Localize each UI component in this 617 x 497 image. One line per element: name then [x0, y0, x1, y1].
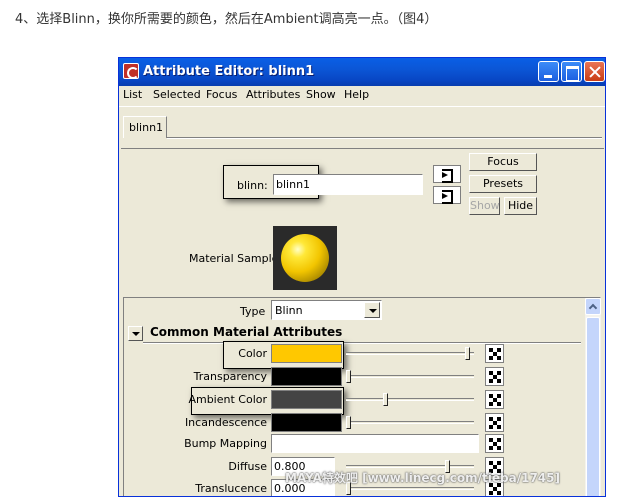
- show-button[interactable]: Show: [469, 197, 500, 215]
- menu-focus[interactable]: Focus: [206, 88, 237, 101]
- section-title: Common Material Attributes: [150, 325, 343, 339]
- focus-button[interactable]: Focus: [469, 153, 537, 171]
- type-label: Type: [240, 305, 266, 318]
- incandescence-slider-track[interactable]: [346, 421, 474, 424]
- color-slider-thumb[interactable]: [465, 347, 471, 360]
- tab-label: blinn1: [129, 121, 164, 134]
- ambient-color-label: Ambient Color: [188, 393, 267, 406]
- incandescence-color-swatch[interactable]: [271, 413, 342, 432]
- presets-button[interactable]: Presets: [469, 175, 537, 193]
- node-type-label: blinn:: [237, 179, 268, 192]
- menu-bar: List Selected Focus Attributes Show Help: [119, 86, 605, 104]
- color-color-swatch[interactable]: [271, 344, 342, 363]
- scroll-up-button[interactable]: [585, 298, 601, 315]
- bump-mapping-field[interactable]: [271, 434, 479, 453]
- node-name-field[interactable]: blinn1: [273, 174, 423, 195]
- diffuse-slider-track[interactable]: [346, 465, 474, 468]
- transparency-map-button[interactable]: [485, 367, 504, 386]
- ambient-color-slider-thumb[interactable]: [383, 393, 389, 406]
- menu-show[interactable]: Show: [306, 88, 336, 101]
- transparency-color-swatch[interactable]: [271, 367, 342, 386]
- maximize-button[interactable]: [561, 61, 582, 82]
- menu-help[interactable]: Help: [344, 88, 369, 101]
- chevron-down-icon[interactable]: [364, 302, 380, 318]
- ambient-color-color-swatch[interactable]: [271, 390, 342, 409]
- tab-strip: blinn1: [119, 106, 605, 146]
- minimize-button[interactable]: [538, 61, 559, 82]
- section-collapse-toggle[interactable]: [128, 326, 143, 341]
- node-name-value: blinn1: [276, 178, 311, 191]
- incandescence-map-button[interactable]: [485, 413, 504, 432]
- title-bar[interactable]: Attribute Editor: blinn1: [119, 58, 605, 86]
- attribute-editor-window: Attribute Editor: blinn1 List Selected F…: [118, 57, 606, 497]
- site-watermark: MAYA特效吧 [www.linecg.com/tieba/1745]: [285, 471, 560, 485]
- translucence-slider-track[interactable]: [346, 487, 474, 490]
- material-sample-label: Material Sample: [189, 252, 279, 265]
- scroll-thumb[interactable]: [586, 317, 600, 496]
- color-map-button[interactable]: [485, 344, 504, 363]
- transparency-slider-thumb[interactable]: [346, 370, 351, 383]
- ambient-color-map-button[interactable]: [485, 390, 504, 409]
- window-title: Attribute Editor: blinn1: [143, 64, 315, 79]
- ambient-color-slider-track[interactable]: [346, 398, 474, 401]
- incandescence-label: Incandescence: [184, 416, 267, 429]
- type-value: Blinn: [275, 304, 303, 317]
- hide-button[interactable]: Hide: [504, 197, 537, 215]
- material-sphere: [281, 234, 329, 282]
- tutorial-caption: 4、选择Blinn，换你所需要的颜色，然后在Ambient调高亮一点。（图4）: [15, 12, 438, 27]
- transparency-slider-track[interactable]: [346, 375, 474, 378]
- diffuse-label: Diffuse: [228, 460, 267, 473]
- tab-divider: [167, 137, 602, 139]
- tab-blinn1[interactable]: blinn1: [123, 116, 167, 138]
- maya-app-icon: [123, 63, 139, 79]
- transparency-label: Transparency: [193, 370, 267, 383]
- menu-list[interactable]: List: [123, 88, 142, 101]
- section-divider: [143, 342, 581, 344]
- close-button[interactable]: [584, 61, 605, 82]
- translucence-label: Translucence: [195, 482, 267, 495]
- vertical-scrollbar[interactable]: [585, 298, 601, 496]
- menu-attributes[interactable]: Attributes: [246, 88, 300, 101]
- incandescence-slider-thumb[interactable]: [346, 416, 351, 429]
- color-label: Color: [238, 347, 267, 360]
- type-dropdown[interactable]: Blinn: [271, 300, 382, 320]
- color-slider-track[interactable]: [346, 352, 474, 355]
- input-connections-icon[interactable]: [433, 165, 461, 183]
- bump-mapping-label: Bump Mapping: [184, 437, 267, 450]
- material-sample-swatch: [273, 226, 337, 290]
- menu-selected[interactable]: Selected: [153, 88, 201, 101]
- output-connections-icon[interactable]: [433, 186, 461, 204]
- bump-mapping-map-button[interactable]: [485, 434, 504, 453]
